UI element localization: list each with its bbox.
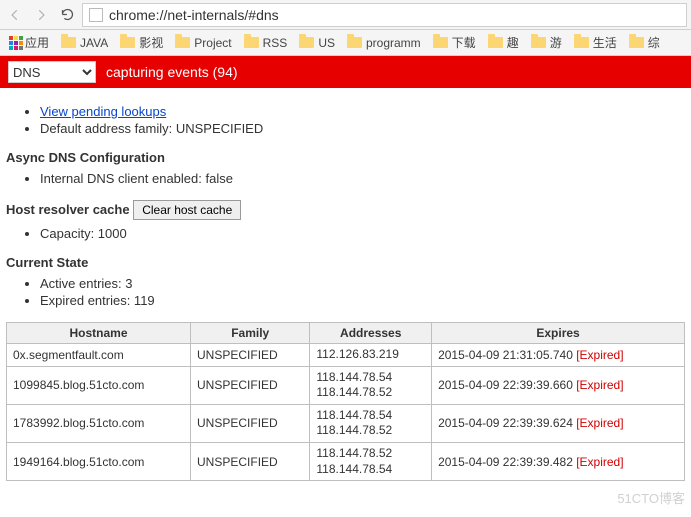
address-bar[interactable]: chrome://net-internals/#dns [82, 3, 687, 27]
bookmark-folder[interactable]: 下载 [428, 34, 481, 51]
current-state-heading: Current State [6, 255, 685, 270]
reload-button[interactable] [56, 4, 78, 26]
back-button[interactable] [4, 4, 26, 26]
folder-icon [433, 37, 448, 48]
resolver-cache-label: Host resolver cache [6, 202, 130, 217]
table-row: 1949164.blog.51cto.comUNSPECIFIED118.144… [7, 442, 685, 480]
col-family: Family [191, 323, 310, 344]
cell-expires: 2015-04-09 21:31:05.740 [Expired] [432, 344, 685, 367]
list-item: Capacity: 1000 [40, 226, 685, 241]
cell-hostname: 1099845.blog.51cto.com [7, 366, 191, 404]
cell-hostname: 1783992.blog.51cto.com [7, 404, 191, 442]
bookmark-folder[interactable]: RSS [239, 36, 293, 50]
resolver-cache-row: Host resolver cache Clear host cache [6, 200, 685, 220]
dns-cache-table: Hostname Family Addresses Expires 0x.seg… [6, 322, 685, 481]
folder-icon [299, 37, 314, 48]
url-text: chrome://net-internals/#dns [109, 7, 279, 23]
cell-expires: 2015-04-09 22:39:39.660 [Expired] [432, 366, 685, 404]
cell-addresses: 118.144.78.54118.144.78.52 [310, 366, 432, 404]
cell-hostname: 1949164.blog.51cto.com [7, 442, 191, 480]
list-item: Internal DNS client enabled: false [40, 171, 685, 186]
folder-icon [531, 37, 546, 48]
browser-toolbar: chrome://net-internals/#dns [0, 0, 691, 30]
expired-tag: [Expired] [576, 348, 623, 362]
watermark: 51CTO博客 [617, 488, 685, 507]
clear-host-cache-button[interactable]: Clear host cache [133, 200, 241, 220]
bookmark-folder[interactable]: 生活 [569, 34, 622, 51]
bookmark-folder[interactable]: 影视 [115, 34, 168, 51]
bookmark-folder[interactable]: Project [170, 36, 236, 50]
col-addresses: Addresses [310, 323, 432, 344]
expired-tag: [Expired] [576, 455, 623, 469]
expired-tag: [Expired] [576, 378, 623, 392]
cell-family: UNSPECIFIED [191, 442, 310, 480]
pending-lookups-link[interactable]: View pending lookups [40, 104, 166, 119]
page-icon [89, 8, 103, 22]
folder-icon [61, 37, 76, 48]
expired-tag: [Expired] [576, 416, 623, 430]
async-config-heading: Async DNS Configuration [6, 150, 685, 165]
cell-addresses: 118.144.78.54118.144.78.52 [310, 404, 432, 442]
folder-icon [629, 37, 644, 48]
cell-hostname: 0x.segmentfault.com [7, 344, 191, 367]
folder-icon [488, 37, 503, 48]
folder-icon [175, 37, 190, 48]
list-item: View pending lookups [40, 104, 685, 119]
status-banner: DNS capturing events (94) [0, 56, 691, 88]
list-item: Expired entries: 119 [40, 293, 685, 308]
folder-icon [244, 37, 259, 48]
apps-label: 应用 [25, 34, 49, 51]
capture-status: capturing events (94) [106, 64, 238, 80]
folder-icon [574, 37, 589, 48]
cell-expires: 2015-04-09 22:39:39.624 [Expired] [432, 404, 685, 442]
col-hostname: Hostname [7, 323, 191, 344]
list-item: Default address family: UNSPECIFIED [40, 121, 685, 136]
table-row: 1783992.blog.51cto.comUNSPECIFIED118.144… [7, 404, 685, 442]
col-expires: Expires [432, 323, 685, 344]
apps-shortcut[interactable]: 应用 [4, 34, 54, 51]
cell-family: UNSPECIFIED [191, 366, 310, 404]
bookmark-folder[interactable]: JAVA [56, 36, 113, 50]
bookmark-folder[interactable]: 趣 [483, 34, 524, 51]
apps-icon [9, 36, 23, 50]
module-select[interactable]: DNS [8, 61, 96, 83]
forward-button[interactable] [30, 4, 52, 26]
folder-icon [347, 37, 362, 48]
cell-family: UNSPECIFIED [191, 344, 310, 367]
table-row: 0x.segmentfault.comUNSPECIFIED112.126.83… [7, 344, 685, 367]
bookmark-folder[interactable]: 游 [526, 34, 567, 51]
cell-addresses: 112.126.83.219 [310, 344, 432, 367]
cell-addresses: 118.144.78.52118.144.78.54 [310, 442, 432, 480]
bookmark-folder[interactable]: US [294, 36, 340, 50]
list-item: Active entries: 3 [40, 276, 685, 291]
bookmark-folder[interactable]: programm [342, 36, 426, 50]
page-content: View pending lookups Default address fam… [0, 88, 691, 489]
cell-expires: 2015-04-09 22:39:39.482 [Expired] [432, 442, 685, 480]
bookmarks-bar: 应用 JAVA 影视 Project RSS US programm 下载 趣 … [0, 30, 691, 56]
bookmark-folder[interactable]: 综 [624, 34, 665, 51]
folder-icon [120, 37, 135, 48]
table-row: 1099845.blog.51cto.comUNSPECIFIED118.144… [7, 366, 685, 404]
cell-family: UNSPECIFIED [191, 404, 310, 442]
